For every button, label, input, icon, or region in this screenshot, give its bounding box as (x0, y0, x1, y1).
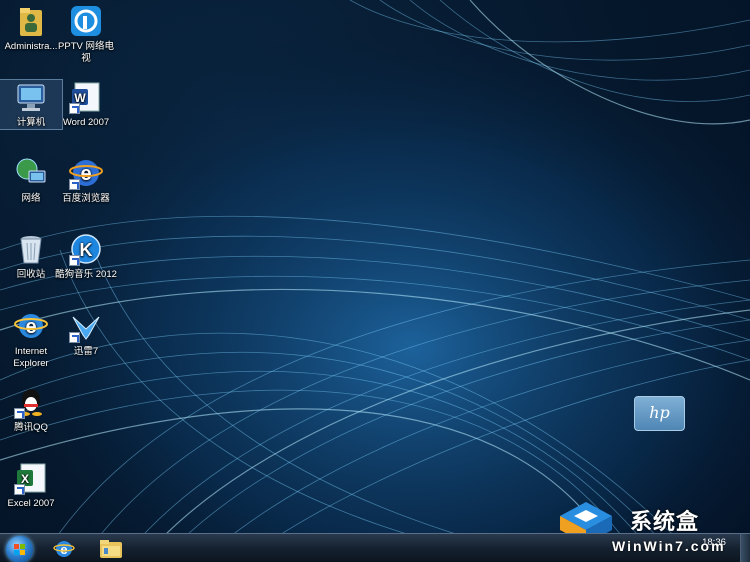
desktop-icon-label: Excel 2007 (7, 498, 55, 509)
shortcut-arrow-icon (69, 179, 80, 190)
desktop-icon-label: PPTV 网络电视 (58, 41, 114, 64)
svg-text:K: K (80, 240, 93, 260)
start-button[interactable] (6, 536, 33, 562)
desktop-icon-label: 酷狗音乐 2012 (55, 269, 117, 280)
svg-text:e: e (60, 542, 67, 557)
excel-icon: X (14, 461, 48, 495)
hp-logo-text: hp (649, 403, 670, 422)
desktop-icon-label: 百度浏览器 (62, 193, 110, 204)
shortcut-arrow-icon (69, 332, 80, 343)
desktop-icon-word[interactable]: W Word 2007 (55, 80, 117, 129)
shortcut-arrow-icon (14, 408, 25, 419)
watermark: 系统盒 (556, 500, 750, 544)
desktop-icon-label: 腾讯QQ (14, 422, 48, 433)
shortcut-arrow-icon (69, 255, 80, 266)
shortcut-arrow-icon (14, 484, 25, 495)
desktop-icon-label: Internet Explorer (13, 346, 49, 369)
desktop-icon-label: 网络 (21, 193, 41, 204)
watermark-url: WinWin7.com (612, 538, 726, 554)
taskbar-explorer-button[interactable] (99, 538, 122, 560)
hp-logo: hp (634, 396, 685, 431)
kugou-music-icon: K (69, 232, 103, 266)
desktop-icon-label: Administra... (4, 41, 58, 52)
desktop-icon-excel[interactable]: X Excel 2007 (0, 461, 62, 510)
desktop-icon-label: 计算机 (16, 117, 46, 128)
desktop[interactable]: Administra... PPTV 网络电视 计算机 W Word 2007 … (0, 0, 750, 562)
desktop-icon-thunder[interactable]: 迅雷7 (55, 309, 117, 358)
windows-logo-icon (14, 544, 25, 555)
pptv-icon (69, 4, 103, 38)
desktop-icon-label: 回收站 (16, 269, 46, 280)
desktop-icon-qq[interactable]: 腾讯QQ (0, 385, 62, 434)
desktop-icon-internet-explorer[interactable]: e Internet Explorer (0, 309, 62, 370)
user-folder-icon (14, 4, 48, 38)
recycle-bin-icon (14, 232, 48, 266)
taskbar-ie-button[interactable]: e (53, 538, 75, 560)
computer-icon (14, 80, 48, 114)
thunder-icon (69, 309, 103, 343)
explorer-folder-icon (100, 540, 122, 558)
word-icon: W (69, 80, 103, 114)
desktop-icon-kugou[interactable]: K 酷狗音乐 2012 (55, 232, 117, 281)
shortcut-arrow-icon (69, 103, 80, 114)
network-icon (14, 156, 48, 190)
desktop-icon-administrator[interactable]: Administra... (0, 4, 62, 53)
desktop-icon-label: Word 2007 (62, 117, 110, 128)
ie-icon: e (53, 541, 75, 557)
ie-icon: e (14, 309, 48, 343)
desktop-icon-baidu-browser[interactable]: e 百度浏览器 (55, 156, 117, 205)
qq-icon (14, 385, 48, 419)
baidu-browser-icon: e (69, 156, 103, 190)
desktop-icon-label: 迅雷7 (73, 346, 99, 357)
desktop-icon-network[interactable]: 网络 (0, 156, 62, 205)
show-desktop-button[interactable] (740, 534, 750, 562)
desktop-icon-pptv[interactable]: PPTV 网络电视 (55, 4, 117, 65)
watermark-brand: 系统盒 (630, 509, 700, 534)
desktop-icon-recycle-bin[interactable]: 回收站 (0, 232, 62, 281)
desktop-icon-computer[interactable]: 计算机 (0, 79, 63, 130)
